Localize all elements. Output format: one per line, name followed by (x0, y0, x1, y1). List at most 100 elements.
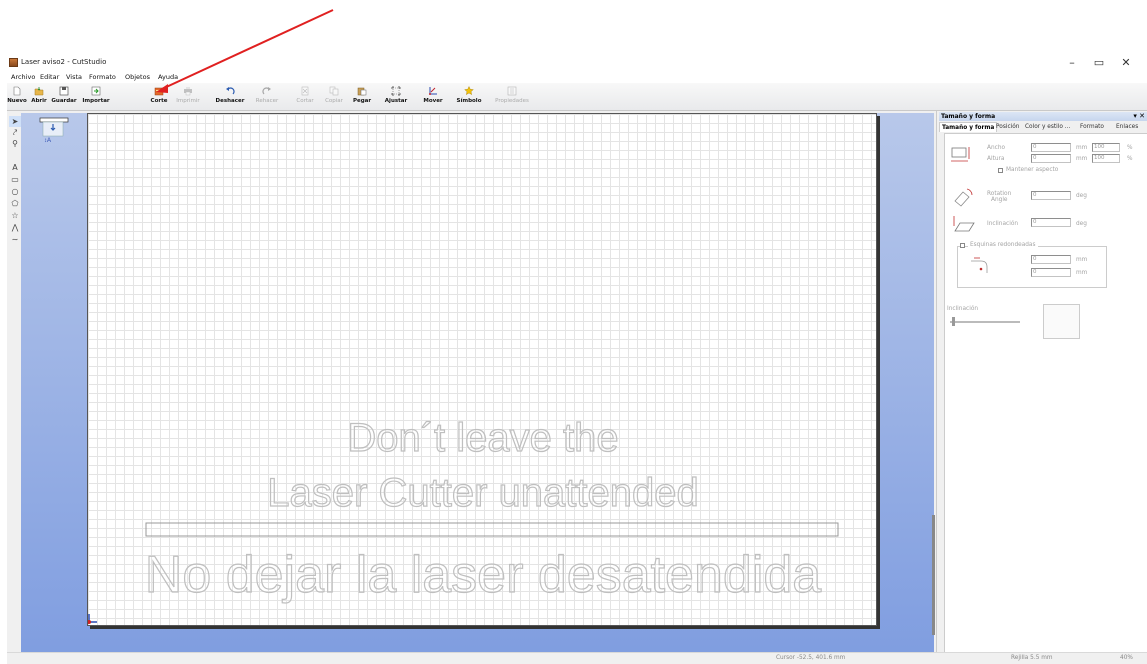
toolbar-label: Cortar (296, 98, 314, 104)
panel-tabs: Tamaño y forma Posición Color y estilo .… (939, 122, 1147, 132)
rounded-radius-input-1[interactable]: 0 (1031, 255, 1071, 264)
alto-percent-input[interactable]: 100 (1092, 154, 1120, 163)
toolbar-guardar-button[interactable]: Guardar (51, 85, 77, 109)
panel-pin-close[interactable]: ▾ ✕ (1133, 112, 1145, 120)
panel-body: Ancho 0 mm 100 % Altura 0 mm 100 % Mante… (944, 133, 1147, 657)
canvas-rectangle[interactable] (145, 522, 839, 537)
tab-enlaces[interactable]: Enlaces (1116, 122, 1138, 132)
menu-objetos[interactable]: Objetos (125, 73, 150, 81)
canvas-text-line1[interactable]: Don´t leave the (347, 415, 619, 460)
canvas-text-line2[interactable]: Laser Cutter unattended (267, 470, 700, 515)
inclinacion-slider-label: Inclinación (947, 306, 979, 312)
select-arrow-icon[interactable]: ➤ (9, 116, 21, 127)
menu-archivo[interactable]: Archivo (11, 73, 35, 81)
alto-unit: mm (1076, 156, 1088, 162)
ancho-percent-unit: % (1127, 145, 1133, 151)
rounded-unit-1: mm (1076, 257, 1088, 263)
text-tool-icon[interactable]: A (9, 162, 21, 173)
toolbar-abrir-button[interactable]: Abrir (29, 85, 49, 109)
toolbar-propiedades-button[interactable]: Propiedades (489, 85, 535, 109)
window-title: Laser aviso2 - CutStudio (21, 58, 107, 66)
rotation-unit: deg (1076, 193, 1087, 199)
toolbar-ajustar-button[interactable]: Ajustar (383, 85, 409, 109)
toolbar-nuevo-button[interactable]: Nuevo (6, 85, 28, 109)
toolbar-label: Guardar (51, 98, 77, 104)
screenshot-root: Laser aviso2 - CutStudio – ▭ ✕ Archivo E… (0, 0, 1147, 664)
inclinacion-input[interactable]: 0 (1031, 218, 1071, 227)
rounded-corners-checkbox[interactable] (960, 243, 965, 248)
keep-aspect-checkbox[interactable] (998, 168, 1003, 173)
tab-posicion[interactable]: Posición (996, 122, 1020, 132)
toolbar-copiar-button[interactable]: Copiar (323, 85, 345, 109)
svg-text:↕A: ↕A (44, 138, 51, 144)
move-origin-icon (429, 87, 437, 95)
rotation-input[interactable]: 0 (1031, 191, 1071, 200)
node-edit-icon[interactable]: ⤤ (9, 127, 21, 138)
tab-tamano-forma[interactable]: Tamaño y forma (939, 122, 998, 132)
alto-input[interactable]: 0 (1031, 154, 1071, 163)
cut-icon (301, 86, 309, 96)
curve-icon[interactable]: ∼ (9, 234, 21, 245)
size-icon (951, 147, 970, 162)
toolbar-pegar-button[interactable]: Pegar (351, 85, 373, 109)
star-symbol-icon (464, 86, 474, 96)
polygon-icon[interactable]: ⬠ (9, 198, 21, 209)
menu-ayuda[interactable]: Ayuda (158, 73, 178, 81)
inclinacion-slider[interactable] (950, 321, 1020, 323)
skew-preview-box (1043, 304, 1080, 339)
status-bar: Cursor -52.5, 401.6 mm Rejilla 5.5 mm 40… (7, 652, 1147, 664)
zoom-icon[interactable]: ⚲ (9, 138, 21, 149)
ellipse-icon[interactable]: ○ (9, 186, 21, 197)
main-toolbar: Nuevo Abrir Guardar Importar Corte Impri… (7, 83, 1147, 111)
properties-icon (507, 86, 517, 96)
keep-aspect-label: Mantener aspecto (1006, 167, 1059, 173)
ancho-percent-input[interactable]: 100 (1092, 143, 1120, 152)
inclinacion-slider-handle[interactable] (952, 317, 955, 326)
rotation-sublabel: Angle (991, 197, 1008, 203)
restore-button[interactable]: ▭ (1088, 56, 1110, 69)
new-file-icon (13, 86, 21, 96)
toolbar-label: Imprimir (176, 98, 200, 104)
toolbar-deshacer-button[interactable]: Deshacer (215, 85, 245, 109)
cursor-position: Cursor -52.5, 401.6 mm (776, 655, 846, 661)
toolbar-corte-button[interactable]: Corte (149, 85, 169, 109)
properties-panel: Tamaño y forma ▾ ✕ Tamaño y forma Posici… (936, 111, 1147, 661)
paste-icon (357, 87, 367, 96)
cut-plotter-icon (154, 87, 164, 96)
rounded-radius-input-2[interactable]: 0 (1031, 268, 1071, 277)
menu-editar[interactable]: Editar (40, 73, 59, 81)
copy-icon (329, 86, 339, 96)
menu-formato[interactable]: Formato (89, 73, 116, 81)
star-icon[interactable]: ☆ (9, 210, 21, 221)
panel-header: Tamaño y forma ▾ ✕ (939, 112, 1147, 121)
rounded-unit-2: mm (1076, 270, 1088, 276)
toolbar-label: Ajustar (384, 98, 408, 104)
polyline-icon[interactable]: ⋀ (9, 222, 21, 233)
origin-point (88, 620, 91, 624)
ancho-label: Ancho (987, 145, 1006, 151)
minimize-button[interactable]: – (1061, 56, 1083, 69)
tool-palette: ➤ ⤤ ⚲ A ▭ ○ ⬠ ☆ ⋀ ∼ (9, 116, 21, 316)
rectangle-icon[interactable]: ▭ (9, 174, 21, 185)
undo-icon (226, 87, 235, 95)
zoom-level: 40% (1120, 655, 1133, 661)
tab-formato[interactable]: Formato (1080, 122, 1104, 132)
material-sheet[interactable]: Don´t leave the Laser Cutter unattended … (87, 113, 877, 626)
title-bar: Laser aviso2 - CutStudio – ▭ ✕ (7, 55, 1147, 71)
canvas-text-line3[interactable]: No dejar la laser desatendida (144, 545, 822, 604)
vertical-scrollbar[interactable] (932, 515, 935, 635)
tab-color-estilo[interactable]: Color y estilo ... (1025, 122, 1070, 132)
toolbar-rehacer-button[interactable]: Rehacer (253, 85, 281, 109)
panel-title: Tamaño y forma (941, 113, 996, 120)
close-button[interactable]: ✕ (1115, 56, 1137, 69)
menu-vista[interactable]: Vista (66, 73, 82, 81)
toolbar-simbolo-button[interactable]: Símbolo (455, 85, 483, 109)
toolbar-cortar-button[interactable]: Cortar (294, 85, 316, 109)
canvas-workarea[interactable]: ↕A Don´t leave the Laser Cutter unattend… (21, 113, 934, 661)
toolbar-label: Abrir (31, 98, 47, 104)
toolbar-importar-button[interactable]: Importar (81, 85, 111, 109)
ancho-input[interactable]: 0 (1031, 143, 1071, 152)
toolbar-mover-button[interactable]: Mover (421, 85, 445, 109)
toolbar-label: Rehacer (255, 98, 279, 104)
toolbar-imprimir-button[interactable]: Imprimir (175, 85, 201, 109)
